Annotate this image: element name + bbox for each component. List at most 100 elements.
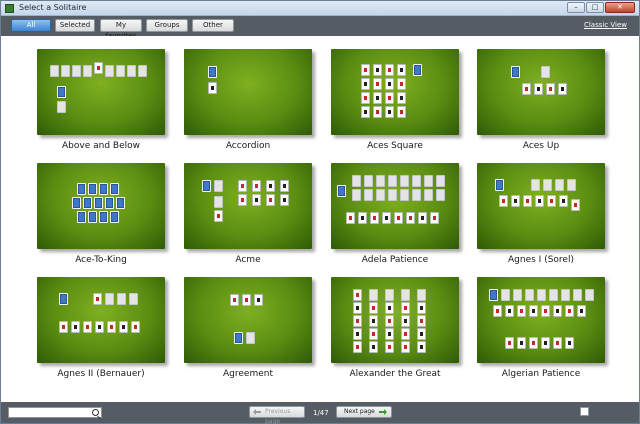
card [397,92,406,104]
card [364,189,373,201]
card [352,175,361,187]
card [346,212,355,224]
card [214,180,223,192]
card [385,289,394,301]
close-icon[interactable]: ✕ [605,2,635,13]
arrow-left-icon [253,409,261,415]
card [127,65,136,77]
game-tile-aces-square[interactable] [331,49,459,135]
card [385,92,394,104]
card [95,321,104,333]
tab-selected[interactable]: Selected [55,19,95,32]
card [495,179,504,191]
card [517,305,526,317]
game-name: Alexander the Great [349,369,441,379]
card [412,175,421,187]
card [424,175,433,187]
card [417,341,426,353]
card [541,66,550,78]
card [543,179,552,191]
card [116,197,125,209]
card [280,180,289,192]
game-tile-accordion[interactable] [184,49,312,135]
previous-page-button[interactable]: Previous page [249,406,305,424]
card [401,341,410,353]
game-tile-alexander-the-great[interactable] [331,277,459,363]
card [373,64,382,76]
card [373,92,382,104]
classic-view-link[interactable]: Classic View [584,21,627,29]
card [400,175,409,187]
game-tile-agnes-i-sorel[interactable] [477,163,605,249]
minimize-icon[interactable]: – [567,2,585,13]
card [57,101,66,113]
card [361,106,370,118]
card [353,289,362,301]
next-page-button[interactable]: Next page [336,406,392,418]
card [385,315,394,327]
card [99,183,108,195]
game-tile-acme[interactable] [184,163,312,249]
game-tile-agreement[interactable] [184,277,312,363]
game-name: Algerian Patience [501,369,581,379]
game-tile-algerian-patience[interactable] [477,277,605,363]
app-icon [5,4,14,13]
game-tile-above-and-below[interactable] [37,49,165,135]
game-tile-ace-to-king[interactable] [37,163,165,249]
tab-groups[interactable]: Groups [146,19,188,32]
card [493,305,502,317]
search-icon[interactable] [92,409,99,416]
card [252,194,261,206]
tab-my-favorites[interactable]: My favorites [100,19,142,40]
search-input[interactable] [8,407,102,418]
game-grid: Above and Below Accordion Aces Square Ac… [1,36,639,402]
game-tile-agnes-ii-bernauer[interactable] [37,277,165,363]
show-checkbox[interactable] [580,407,589,416]
game-name: Aces Square [367,141,423,151]
card [252,180,261,192]
card [401,302,410,314]
game-tile-adela-patience[interactable] [331,163,459,249]
card [541,337,550,349]
card [561,289,570,301]
card [525,289,534,301]
tab-all[interactable]: All [11,19,51,32]
card [61,65,70,77]
card [505,305,514,317]
title-bar: Select a Solitaire – □ ✕ [1,1,639,16]
game-name: Adela Patience [361,255,429,265]
card [242,294,251,306]
card [385,302,394,314]
game-name: Aces Up [522,141,560,151]
card [361,64,370,76]
maximize-icon[interactable]: □ [586,2,604,13]
card [208,66,217,78]
card [417,328,426,340]
card [246,332,255,344]
card [280,194,289,206]
card [436,175,445,187]
filter-bar: All Selected My favorites Groups Other C… [1,16,639,40]
card [105,293,114,305]
tab-other[interactable]: Other [192,19,234,32]
card [131,321,140,333]
card [394,212,403,224]
card [77,211,86,223]
card [511,66,520,78]
card [523,195,532,207]
card [397,64,406,76]
page-indicator: 1/47 [313,409,329,417]
card [266,194,275,206]
card [513,289,522,301]
game-tile-aces-up[interactable] [477,49,605,135]
card [72,65,81,77]
card [489,289,498,301]
card [537,289,546,301]
card [565,305,574,317]
card [511,195,520,207]
card [397,78,406,90]
card [499,195,508,207]
card [436,189,445,201]
card [401,328,410,340]
card [230,294,239,306]
